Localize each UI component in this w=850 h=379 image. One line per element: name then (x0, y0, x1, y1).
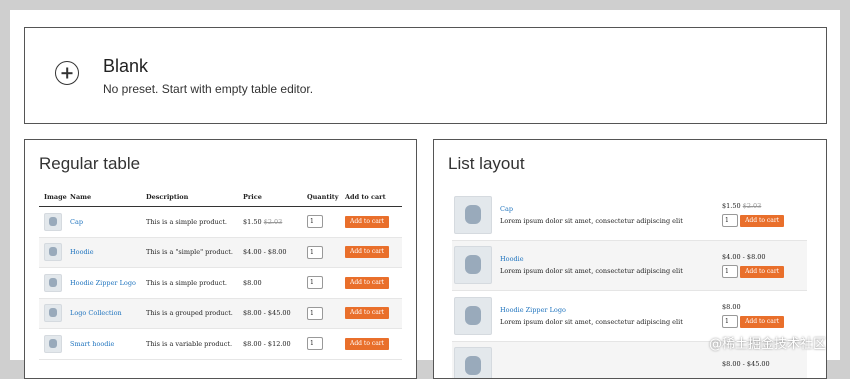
product-price: $1.50 $2.03 (243, 218, 307, 226)
header-description: Description (146, 193, 243, 201)
table-row: Logo Collection This is a grouped produc… (39, 299, 402, 330)
product-name-link[interactable]: Cap (500, 205, 722, 213)
regular-table-title: Regular table (39, 154, 140, 174)
header-image: Image (39, 193, 70, 201)
product-description: Lorem ipsum dolor sit amet, consectetur … (500, 267, 722, 275)
quantity-input[interactable]: 1 (307, 246, 323, 259)
product-price: $1.50 $2.03 (722, 202, 802, 210)
product-name-link[interactable]: Hoodie Zipper Logo (70, 279, 146, 287)
product-thumbnail-icon (454, 196, 492, 234)
add-to-cart-button[interactable]: Add to cart (345, 338, 389, 350)
table-row: Cap This is a simple product. $1.50 $2.0… (39, 207, 402, 238)
product-price: $8.00 - $45.00 (722, 360, 802, 368)
quantity-input[interactable]: 1 (307, 276, 323, 289)
product-thumbnail-icon (44, 213, 62, 231)
table-row: Hoodie Zipper Logo This is a simple prod… (39, 268, 402, 299)
product-description: This is a simple product. (146, 279, 243, 287)
product-price: $8.00 (243, 279, 307, 287)
product-description: This is a "simple" product. (146, 248, 243, 256)
plus-circle-icon (55, 61, 79, 85)
table-row: Hoodie This is a "simple" product. $4.00… (39, 238, 402, 269)
add-to-cart-button[interactable]: Add to cart (345, 307, 389, 319)
price-old: $2.03 (264, 218, 283, 226)
quantity-input[interactable]: 1 (307, 215, 323, 228)
blank-title: Blank (103, 56, 148, 77)
header-name: Name (70, 193, 146, 201)
quantity-input[interactable]: 1 (722, 265, 738, 278)
product-name-link[interactable]: Hoodie (70, 248, 146, 256)
product-thumbnail-icon (454, 347, 492, 379)
add-to-cart-button[interactable]: Add to cart (740, 266, 784, 278)
header-add-to-cart: Add to cart (345, 193, 402, 201)
product-thumbnail-icon (44, 243, 62, 261)
product-description: This is a grouped product. (146, 309, 243, 317)
regular-table-preset-card[interactable]: Regular table Image Name Description Pri… (24, 139, 417, 379)
blank-preset-card[interactable]: Blank No preset. Start with empty table … (24, 27, 827, 124)
header-quantity: Quantity (307, 193, 345, 201)
blank-description: No preset. Start with empty table editor… (103, 82, 313, 96)
add-to-cart-button[interactable]: Add to cart (740, 215, 784, 227)
list-layout-title: List layout (448, 154, 525, 174)
product-description: This is a variable product. (146, 340, 243, 348)
list-item: Hoodie Lorem ipsum dolor sit amet, conse… (452, 241, 807, 292)
regular-table-preview: Image Name Description Price Quantity Ad… (39, 188, 402, 360)
quantity-input[interactable]: 1 (722, 214, 738, 227)
product-price: $8.00 - $12.00 (243, 340, 307, 348)
product-thumbnail-icon (44, 274, 62, 292)
page-canvas: Blank No preset. Start with empty table … (10, 10, 840, 360)
product-price: $4.00 - $8.00 (243, 248, 307, 256)
quantity-input[interactable]: 1 (307, 307, 323, 320)
quantity-input[interactable]: 1 (307, 337, 323, 350)
product-thumbnail-icon (454, 246, 492, 284)
product-name-link[interactable]: Hoodie (500, 255, 722, 263)
product-description: This is a simple product. (146, 218, 243, 226)
product-thumbnail-icon (44, 304, 62, 322)
add-to-cart-button[interactable]: Add to cart (740, 316, 784, 328)
product-price: $8.00 (722, 303, 802, 311)
product-thumbnail-icon (44, 335, 62, 353)
product-name-link[interactable]: Smart hoodie (70, 340, 146, 348)
product-price: $4.00 - $8.00 (722, 253, 802, 261)
add-to-cart-button[interactable]: Add to cart (345, 216, 389, 228)
add-to-cart-button[interactable]: Add to cart (345, 277, 389, 289)
product-name-link[interactable]: Hoodie Zipper Logo (500, 306, 722, 314)
price-current: $1.50 (243, 218, 262, 226)
product-price: $8.00 - $45.00 (243, 309, 307, 317)
product-thumbnail-icon (454, 297, 492, 335)
product-description: Lorem ipsum dolor sit amet, consectetur … (500, 217, 722, 225)
quantity-input[interactable]: 1 (722, 315, 738, 328)
watermark: @稀土掘金技术社区 (709, 333, 826, 352)
header-price: Price (243, 193, 307, 201)
table-row: Smart hoodie This is a variable product.… (39, 329, 402, 360)
price-old: $2.03 (743, 202, 762, 210)
product-name-link[interactable]: Logo Collection (70, 309, 146, 317)
add-to-cart-button[interactable]: Add to cart (345, 246, 389, 258)
list-item: Cap Lorem ipsum dolor sit amet, consecte… (452, 190, 807, 241)
price-current: $1.50 (722, 202, 741, 210)
product-description: Lorem ipsum dolor sit amet, consectetur … (500, 318, 722, 326)
product-name-link[interactable]: Cap (70, 218, 146, 226)
table-header-row: Image Name Description Price Quantity Ad… (39, 188, 402, 207)
